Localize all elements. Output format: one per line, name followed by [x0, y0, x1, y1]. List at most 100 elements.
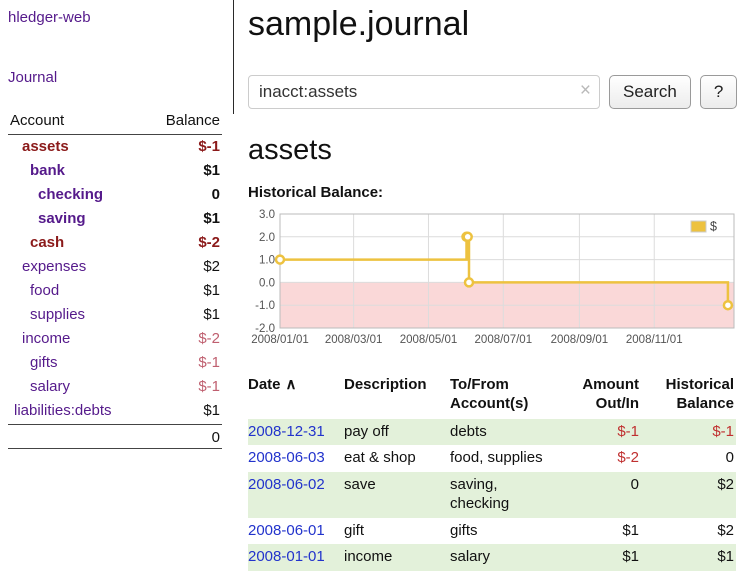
account-link-food[interactable]: food	[8, 279, 59, 303]
account-balance: $1	[203, 303, 222, 327]
accounts-total: 0	[8, 424, 222, 449]
data-point	[464, 233, 472, 241]
register-header-to-from-account-s-[interactable]: To/From Account(s)	[450, 374, 556, 419]
transaction-date-link[interactable]: 2008-12-31	[248, 423, 325, 440]
cell-description: gift	[344, 518, 450, 545]
account-row: income $-2	[8, 327, 222, 351]
y-tick-label: 3.0	[259, 209, 275, 221]
account-link-gifts[interactable]: gifts	[8, 351, 58, 375]
account-balance: $-1	[198, 375, 222, 399]
register-header-date[interactable]: Date∧	[248, 374, 344, 419]
search-input[interactable]	[248, 75, 600, 109]
cell-accounts: saving, checking	[450, 472, 556, 518]
register-row: 2008-01-01incomesalary$1$1	[248, 544, 736, 571]
main-content: sample.journal × Search ? assets Histori…	[248, 0, 736, 571]
page-title: sample.journal	[248, 5, 736, 44]
register-body: 2008-12-31pay offdebts$-1$-12008-06-03ea…	[248, 419, 736, 572]
register-header-amount-out-in[interactable]: Amount Out/In	[556, 374, 641, 419]
x-tick-label: 2008/01/01	[251, 334, 309, 346]
accounts-table-header: Account Balance	[8, 110, 222, 135]
legend-swatch	[691, 221, 706, 232]
account-link-saving[interactable]: saving	[8, 207, 86, 231]
help-button[interactable]: ?	[700, 75, 737, 109]
chart-label: Historical Balance:	[248, 184, 736, 201]
account-row: saving $1	[8, 207, 222, 231]
cell-amount: $-1	[556, 419, 641, 446]
account-row: supplies $1	[8, 303, 222, 327]
data-point	[276, 256, 284, 264]
transaction-date-link[interactable]: 2008-06-02	[248, 476, 325, 493]
transaction-date-link[interactable]: 2008-06-03	[248, 449, 325, 466]
clear-search-icon[interactable]: ×	[580, 80, 591, 102]
account-row: liabilities:debts$1	[8, 399, 222, 423]
chart-canvas: 3.02.01.00.0-1.0-2.02008/01/012008/03/01…	[248, 208, 736, 358]
register-header-historical-balance[interactable]: Historical Balance	[641, 374, 736, 419]
cell-date: 2008-06-01	[248, 518, 344, 545]
account-row: expenses $2	[8, 255, 222, 279]
cell-historical-balance: 0	[641, 445, 736, 472]
cell-amount: $1	[556, 518, 641, 545]
account-balance: $-2	[198, 231, 222, 255]
journal-link[interactable]: Journal	[8, 69, 233, 86]
cell-historical-balance: $2	[641, 518, 736, 545]
account-link-bank[interactable]: bank	[8, 159, 65, 183]
cell-accounts: salary	[450, 544, 556, 571]
cell-accounts: debts	[450, 419, 556, 446]
search-button[interactable]: Search	[609, 75, 691, 109]
account-balance: $-1	[198, 351, 222, 375]
account-link-cash[interactable]: cash	[8, 231, 64, 255]
cell-description: income	[344, 544, 450, 571]
register-row: 2008-12-31pay offdebts$-1$-1	[248, 419, 736, 446]
register-row: 2008-06-01giftgifts$1$2	[248, 518, 736, 545]
account-balance: $-2	[198, 327, 222, 351]
cell-date: 2008-12-31	[248, 419, 344, 446]
cell-description: save	[344, 472, 450, 518]
y-tick-label: 2.0	[259, 232, 275, 244]
account-link-salary[interactable]: salary	[8, 375, 70, 399]
account-row: gifts $-1	[8, 351, 222, 375]
account-link-liabilities-debts[interactable]: liabilities:debts	[8, 399, 112, 423]
search-form: × Search ?	[248, 75, 736, 109]
account-balance: $1	[203, 207, 222, 231]
account-balance: $1	[203, 159, 222, 183]
accounts-col-account: Account	[10, 112, 64, 129]
cell-historical-balance: $-1	[641, 419, 736, 446]
cell-description: pay off	[344, 419, 450, 446]
cell-description: eat & shop	[344, 445, 450, 472]
register-header-row: Date∧DescriptionTo/From Account(s)Amount…	[248, 374, 736, 419]
y-tick-label: -1.0	[255, 300, 275, 312]
account-link-supplies[interactable]: supplies	[8, 303, 85, 327]
transaction-date-link[interactable]: 2008-01-01	[248, 548, 325, 565]
x-tick-label: 2008/09/01	[551, 334, 609, 346]
register-row: 2008-06-02savesaving, checking0$2	[248, 472, 736, 518]
account-link-assets[interactable]: assets	[8, 135, 69, 159]
x-tick-label: 2008/05/01	[400, 334, 458, 346]
transaction-date-link[interactable]: 2008-06-01	[248, 522, 325, 539]
x-tick-label: 2008/07/01	[475, 334, 533, 346]
x-tick-label: 2008/03/01	[325, 334, 383, 346]
account-balance: 0	[212, 183, 222, 207]
account-link-checking[interactable]: checking	[8, 183, 103, 207]
register-row: 2008-06-03 eat & shopfood, supplies$-20	[248, 445, 736, 472]
historical-balance-chart: 3.02.01.00.0-1.0-2.02008/01/012008/03/01…	[248, 208, 736, 362]
search-box: ×	[248, 75, 600, 109]
account-link-income[interactable]: income	[8, 327, 70, 351]
account-balance: $2	[203, 255, 222, 279]
account-row: salary $-1	[8, 375, 222, 399]
accounts-col-balance: Balance	[166, 112, 220, 129]
register-table: Date∧DescriptionTo/From Account(s)Amount…	[248, 374, 736, 571]
account-row: bank $1	[8, 159, 222, 183]
account-link-expenses[interactable]: expenses	[8, 255, 86, 279]
register-header-description[interactable]: Description	[344, 374, 450, 419]
cell-historical-balance: $1	[641, 544, 736, 571]
y-tick-label: 1.0	[259, 255, 275, 267]
account-row: checking 0	[8, 183, 222, 207]
cell-date: 2008-01-01	[248, 544, 344, 571]
app-title-link[interactable]: hledger-web	[8, 9, 91, 26]
sidebar: hledger-web Journal Account Balance asse…	[0, 0, 233, 449]
legend-label: $	[710, 220, 717, 234]
cell-accounts: food, supplies	[450, 445, 556, 472]
cell-amount: $1	[556, 544, 641, 571]
accounts-rows: assets$-1bank$1checking0saving$1cash$-2e…	[8, 135, 222, 423]
cell-amount: $-2	[556, 445, 641, 472]
